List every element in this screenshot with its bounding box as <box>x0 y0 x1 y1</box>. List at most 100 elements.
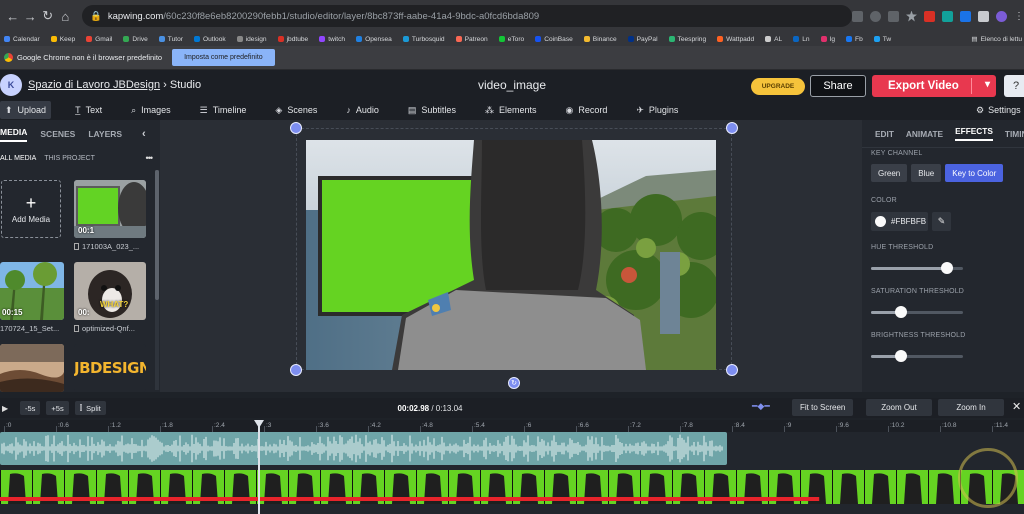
share-button[interactable]: Share <box>810 75 866 97</box>
tab-scenes[interactable]: SCENES <box>40 129 75 139</box>
extension-icon[interactable] <box>852 10 863 22</box>
tool-images[interactable]: ⌕ Images <box>126 101 176 119</box>
bookmark-item[interactable]: Drive <box>123 36 148 43</box>
bookmark-item[interactable]: Tw <box>873 36 891 43</box>
eyedropper-icon[interactable]: ✎ <box>932 212 951 231</box>
menu-icon[interactable]: ⋮ <box>1014 11 1024 22</box>
bookmark-item[interactable]: Ln <box>793 36 810 43</box>
tab-timing[interactable]: TIMING <box>1005 129 1024 139</box>
media-thumbnail-coast[interactable] <box>0 344 64 392</box>
slider-knob[interactable] <box>941 262 954 274</box>
tool-subtitles[interactable]: ▤ Subtitles <box>403 101 461 119</box>
puzzle-icon[interactable] <box>978 10 989 22</box>
color-picker[interactable]: #FBFBFB <box>871 212 928 231</box>
set-default-button[interactable]: Imposta come predefinito <box>172 49 275 66</box>
close-icon[interactable]: ✕ <box>1012 400 1021 413</box>
tool-scenes[interactable]: ◈ Scenes <box>270 101 322 119</box>
reload-icon[interactable]: ↻ <box>39 5 57 27</box>
bookmark-item[interactable]: Ig <box>820 36 835 43</box>
media-thumbnail-greenscreen[interactable]: 00:1 <box>74 180 146 238</box>
filter-all-media[interactable]: ALL MEDIA <box>0 155 36 162</box>
slider-knob[interactable] <box>895 350 908 362</box>
key-option-blue[interactable]: Blue <box>911 164 942 182</box>
bookmark-item[interactable]: PayPal <box>627 36 658 43</box>
tool-plugins[interactable]: ✈ Plugins <box>631 101 683 119</box>
bookmark-item[interactable]: Keep <box>50 36 75 43</box>
filter-this-project[interactable]: THIS PROJECT <box>44 155 95 162</box>
brightness-threshold-slider[interactable] <box>871 350 963 362</box>
extension-teal-icon[interactable] <box>942 10 953 22</box>
media-thumbnail-palms[interactable]: 00:15 <box>0 262 64 320</box>
tab-media[interactable]: MEDIA <box>0 127 28 142</box>
export-video-button[interactable]: Export Video ▾ <box>872 75 996 97</box>
resize-handle-top-left[interactable] <box>290 122 302 134</box>
extension-red-icon[interactable] <box>924 10 935 22</box>
tool-audio[interactable]: ♪ Audio <box>341 101 384 119</box>
split-button[interactable]: ⫿ Split <box>74 401 106 415</box>
zoom-in-button[interactable]: Zoom In <box>938 399 1004 416</box>
tab-effects[interactable]: EFFECTS <box>955 126 993 141</box>
video-track[interactable] <box>0 470 1024 504</box>
media-scrollbar[interactable] <box>155 170 159 390</box>
forward-icon[interactable]: → <box>22 5 40 27</box>
resize-handle-bottom-right[interactable] <box>726 364 738 376</box>
collapse-panel-icon[interactable]: ‹ <box>142 128 146 140</box>
bookmark-item[interactable]: Tutor <box>158 36 183 43</box>
media-thumbnail-jbdesign[interactable]: JBDESIGN <box>74 344 146 392</box>
tab-layers[interactable]: LAYERS <box>88 129 122 139</box>
profile-avatar[interactable] <box>996 10 1007 22</box>
tool-upload[interactable]: ⬆ Upload <box>0 101 52 119</box>
zoom-slider-icon[interactable]: ━◆━ <box>752 401 770 412</box>
tool-timeline[interactable]: ☰ Timeline <box>195 101 252 119</box>
home-icon[interactable]: ⌂ <box>57 5 75 27</box>
upgrade-button[interactable]: UPGRADE <box>751 78 805 95</box>
bookmark-item[interactable]: Gmail <box>86 36 112 43</box>
scrollbar-thumb[interactable] <box>155 170 159 300</box>
playhead[interactable] <box>258 420 260 514</box>
tab-animate[interactable]: ANIMATE <box>906 129 943 139</box>
key-option-key-to-color[interactable]: Key to Color <box>945 164 1004 182</box>
chevron-down-icon[interactable]: ▾ <box>985 79 990 90</box>
rotate-handle-icon[interactable]: ↻ <box>508 377 520 389</box>
settings-button[interactable]: ⚙ Settings <box>976 100 1021 120</box>
bookmark-item[interactable]: eToro <box>498 36 524 43</box>
audio-track[interactable] <box>0 432 728 465</box>
key-option-green[interactable]: Green <box>871 164 908 182</box>
zoom-out-button[interactable]: Zoom Out <box>866 399 932 416</box>
bookmark-item[interactable]: Binance <box>583 36 617 43</box>
bookmark-item[interactable]: jbdtube <box>277 36 308 43</box>
share-page-icon[interactable] <box>888 10 899 22</box>
bookmark-item[interactable]: Turbosquid <box>402 36 445 43</box>
help-icon[interactable]: ? <box>1004 75 1024 97</box>
video-preview[interactable] <box>306 140 716 370</box>
play-icon[interactable]: ▶ <box>2 404 14 413</box>
bookmark-item[interactable]: Fb <box>846 36 863 43</box>
skip-forward-button[interactable]: +5s <box>46 401 69 415</box>
bookmark-item[interactable]: Outlook <box>193 36 226 43</box>
star-icon[interactable] <box>906 10 917 22</box>
tool-elements[interactable]: ⁂ Elements <box>480 101 542 119</box>
bookmark-item[interactable]: idesign <box>236 36 267 43</box>
extension-blue-icon[interactable] <box>960 10 971 22</box>
tool-record[interactable]: ◉ Record <box>560 101 612 119</box>
bookmark-item[interactable]: Opensea <box>356 36 392 43</box>
reading-list[interactable]: ▤ Elenco di lettu <box>965 32 1022 46</box>
kapwing-logo[interactable]: K <box>0 74 22 96</box>
bookmark-item[interactable]: CoinBase <box>535 36 573 43</box>
saturation-threshold-slider[interactable] <box>871 306 963 318</box>
add-media-button[interactable]: + Add Media <box>1 180 61 238</box>
skip-back-button[interactable]: -5s <box>20 401 41 415</box>
resize-handle-bottom-left[interactable] <box>290 364 302 376</box>
tab-edit[interactable]: EDIT <box>875 129 894 139</box>
bookmark-item[interactable]: Calendar <box>4 36 40 43</box>
hue-threshold-slider[interactable] <box>871 262 963 274</box>
bookmark-item[interactable]: Teespring <box>668 36 706 43</box>
media-thumbnail-dog[interactable]: 00: WHAT? <box>74 262 146 320</box>
slider-knob[interactable] <box>895 306 908 318</box>
timeline-ruler[interactable]: :0:0.6:1.2:1.8:2.4:3:3.6:4.2:4.8:5.4:6:6… <box>0 420 1024 432</box>
bookmark-item[interactable]: twitch <box>319 36 345 43</box>
fit-to-screen-button[interactable]: Fit to Screen <box>792 399 854 416</box>
workspace-link[interactable]: Spazio di Lavoro JBDesign <box>28 79 160 91</box>
bookmark-item[interactable]: Patreon <box>455 36 488 43</box>
address-bar[interactable]: 🔒 kapwing.com /60c230f8e6eb8200290febb1/… <box>82 5 852 27</box>
